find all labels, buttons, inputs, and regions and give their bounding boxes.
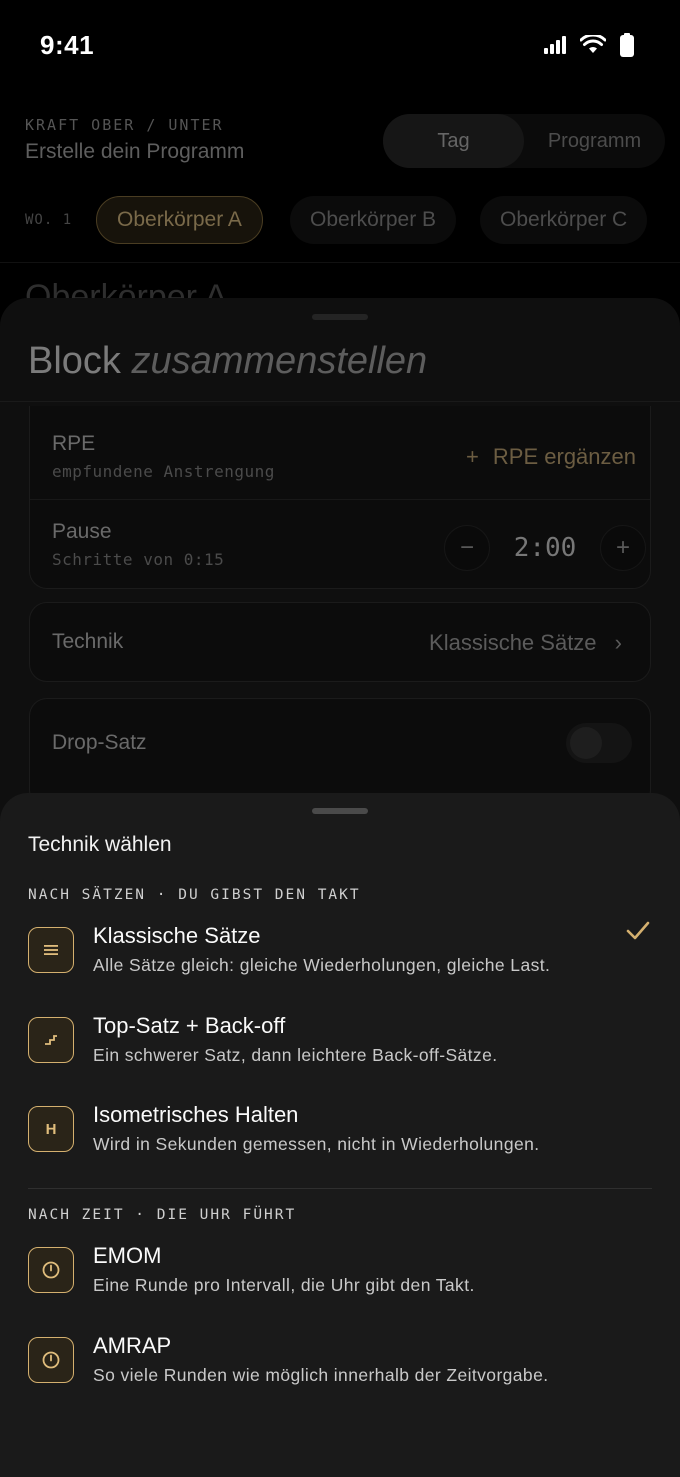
block-sheet-grabber[interactable] xyxy=(312,314,368,320)
option-description: So viele Runden wie möglich innerhalb de… xyxy=(93,1365,549,1385)
section-divider xyxy=(28,1188,652,1189)
option-title: Klassische Sätze xyxy=(93,923,261,948)
option-emom[interactable]: EMOM Eine Runde pro Intervall, die Uhr g… xyxy=(28,1241,652,1311)
technik-label: Technik xyxy=(52,630,124,653)
option-amrap[interactable]: AMRAP So viele Runden wie möglich innerh… xyxy=(28,1331,652,1401)
step-down-icon xyxy=(28,1017,74,1063)
status-bar: 9:41 xyxy=(0,0,680,92)
option-title: Isometrisches Halten xyxy=(93,1102,299,1127)
drop-satz-toggle[interactable] xyxy=(566,723,632,763)
option-description: Alle Sätze gleich: gleiche Wiederholunge… xyxy=(93,955,551,975)
program-title: Erstelle dein Programm xyxy=(25,140,245,163)
letter-h-icon: H xyxy=(28,1106,74,1152)
day-chip-oberkoerper-a[interactable]: Oberkörper A xyxy=(96,196,263,244)
day-chip-oberkoerper-c[interactable]: Oberkörper C xyxy=(480,196,648,244)
drop-satz-row: Drop-Satz xyxy=(29,698,651,808)
segment-tag[interactable]: Tag xyxy=(383,114,524,168)
checkmark-icon xyxy=(626,921,650,940)
option-description: Ein schwerer Satz, dann leichtere Back-o… xyxy=(93,1045,498,1065)
view-segmented-control[interactable]: Tag Programm xyxy=(383,114,665,168)
option-top-satz-back-off[interactable]: Top-Satz + Back-off Ein schwerer Satz, d… xyxy=(28,1011,652,1081)
technik-value: Klassische Sätze › xyxy=(429,630,622,655)
pause-value: 2:00 xyxy=(513,533,577,563)
section-header-time: NACH ZEIT · DIE UHR FÜHRT xyxy=(28,1207,297,1223)
drop-satz-label: Drop-Satz xyxy=(52,731,147,754)
picker-sheet-grabber[interactable] xyxy=(312,808,368,814)
technik-row[interactable]: Technik Klassische Sätze › xyxy=(29,602,651,682)
status-time: 9:41 xyxy=(40,30,95,60)
plus-icon: + xyxy=(615,534,630,561)
program-eyebrow: KRAFT OBER / UNTER xyxy=(25,116,224,134)
clock-icon xyxy=(28,1247,74,1293)
option-title: AMRAP xyxy=(93,1333,172,1358)
segment-programm[interactable]: Programm xyxy=(524,114,665,168)
pause-stepper: − 2:00 + xyxy=(444,525,646,571)
lines-icon xyxy=(28,927,74,973)
wifi-icon xyxy=(580,35,606,53)
picker-title: Technik wählen xyxy=(28,833,172,856)
option-description: Eine Runde pro Intervall, die Uhr gibt d… xyxy=(93,1275,475,1295)
option-isometrisches-halten[interactable]: H Isometrisches Halten Wird in Sekunden … xyxy=(28,1100,652,1170)
option-description: Wird in Sekunden gemessen, nicht in Wied… xyxy=(93,1134,540,1154)
week-label: WO. 1 xyxy=(25,212,73,228)
clock-icon xyxy=(28,1337,74,1383)
battery-icon xyxy=(620,33,634,57)
option-title: Top-Satz + Back-off xyxy=(93,1013,286,1038)
cellular-signal-icon xyxy=(544,36,566,54)
plus-icon: + xyxy=(466,444,479,469)
increase-pause-button[interactable]: + xyxy=(600,525,646,571)
add-rpe-button[interactable]: + RPE ergänzen xyxy=(466,444,636,470)
day-chip-oberkoerper-b[interactable]: Oberkörper B xyxy=(290,196,457,244)
option-klassische-saetze[interactable]: Klassische Sätze Alle Sätze gleich: glei… xyxy=(28,921,652,991)
block-sheet-title: Block zusammenstellen xyxy=(28,340,428,382)
technik-picker-sheet: Technik wählen NACH SÄTZEN · DU GIBST DE… xyxy=(0,793,680,1477)
decrease-pause-button[interactable]: − xyxy=(444,525,490,571)
section-header-sets: NACH SÄTZEN · DU GIBST DEN TAKT xyxy=(28,887,361,903)
option-title: EMOM xyxy=(93,1243,162,1268)
chevron-right-icon: › xyxy=(614,630,622,655)
minus-icon: − xyxy=(459,534,474,561)
